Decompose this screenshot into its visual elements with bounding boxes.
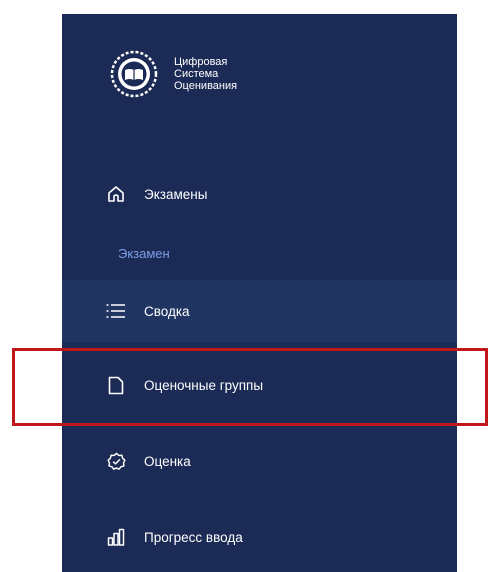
section-label-exam: Экзамен xyxy=(118,246,170,261)
home-icon xyxy=(106,184,126,204)
badge-check-icon xyxy=(106,451,126,471)
nav-item-exams-label: Экзамены xyxy=(144,186,208,202)
nav-item-input-progress[interactable]: Прогресс ввода xyxy=(62,506,457,568)
nav-item-summary[interactable]: Сводка xyxy=(62,280,457,342)
bar-chart-icon xyxy=(106,527,126,547)
file-icon xyxy=(106,375,126,395)
nav-item-grading[interactable]: Оценка xyxy=(62,430,457,492)
nav-item-grading-groups[interactable]: Оценочные группы xyxy=(62,354,457,416)
nav-item-exams[interactable]: Экзамены xyxy=(62,163,457,225)
brand[interactable]: Цифровая Система Оценивания xyxy=(110,50,237,98)
nav-item-grading-label: Оценка xyxy=(144,453,191,469)
list-icon xyxy=(106,301,126,321)
nav-item-input-progress-label: Прогресс ввода xyxy=(144,529,243,545)
brand-name: Цифровая Система Оценивания xyxy=(174,56,238,92)
nav-item-summary-label: Сводка xyxy=(144,303,190,319)
nav-item-grading-groups-label: Оценочные группы xyxy=(144,377,264,393)
emblem-book-icon xyxy=(110,50,158,98)
sidebar: Цифровая Система Оценивания Экзамены Экз… xyxy=(62,14,457,572)
